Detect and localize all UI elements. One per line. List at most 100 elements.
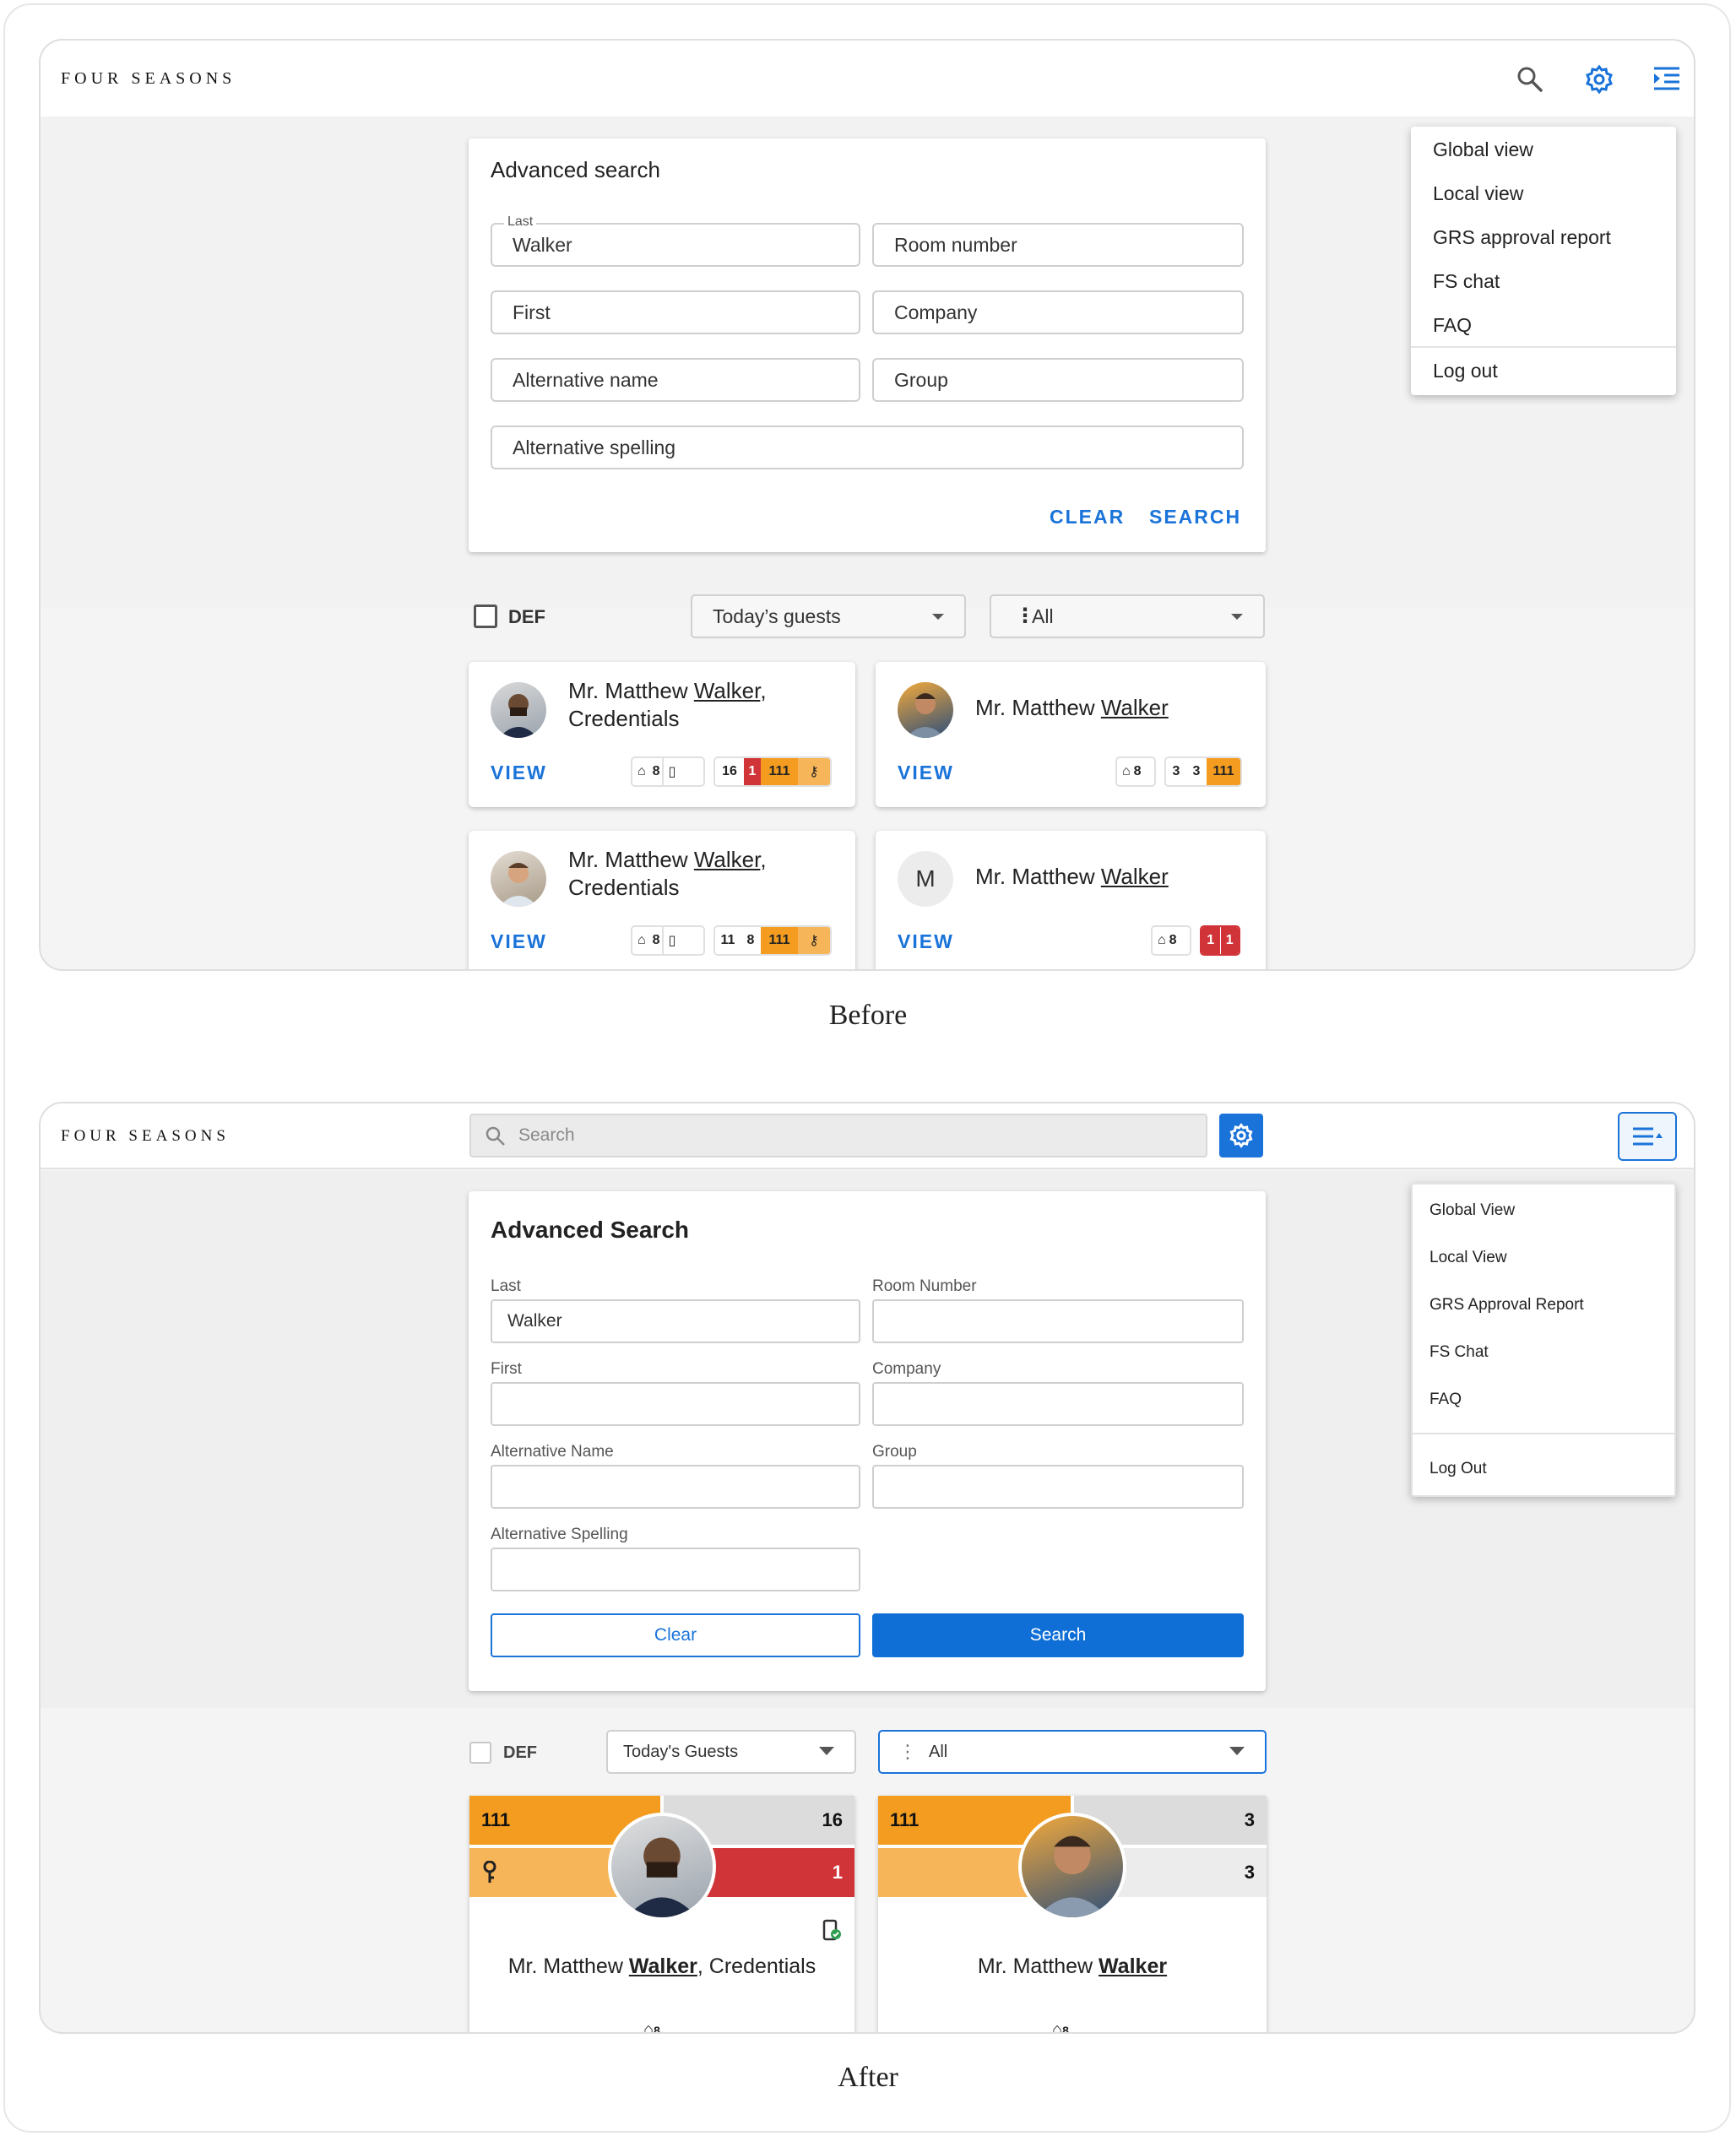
company-field[interactable]	[872, 1382, 1244, 1426]
guests-filter-select[interactable]: Today's Guests	[606, 1730, 856, 1774]
alternative-name-field[interactable]	[491, 1465, 860, 1509]
first-name-field[interactable]: First	[491, 290, 860, 334]
alternative-name-placeholder: Alternative name	[513, 369, 659, 391]
caption-after: After	[838, 2062, 898, 2093]
gear-icon[interactable]	[1219, 1114, 1263, 1157]
gear-icon[interactable]	[1579, 59, 1619, 100]
status-badge: 16 1 111 ⚷	[713, 756, 832, 787]
status-badge: 11	[1200, 925, 1240, 956]
all-filter-value: All	[929, 1743, 948, 1761]
menu-item-local-view[interactable]: Local View	[1429, 1249, 1507, 1267]
avatar[interactable]	[608, 1813, 716, 1921]
guest-name[interactable]: Mr. Matthew Walker	[878, 1953, 1267, 1981]
house-icon: ⌂	[1158, 933, 1166, 947]
view-button[interactable]: VIEW	[491, 762, 547, 784]
alternative-spelling-placeholder: Alternative spelling	[513, 436, 676, 458]
last-name-label: Last	[504, 214, 537, 230]
before-screen: FOUR SEASONS Advanced search Last Walker…	[39, 39, 1695, 971]
room-number-field[interactable]	[872, 1299, 1244, 1343]
menu-item-local-view[interactable]: Local view	[1433, 182, 1523, 205]
room-number-label: Room Number	[872, 1277, 977, 1295]
guest-name[interactable]: Mr. Matthew Walker, Credentials	[568, 846, 767, 902]
avatar[interactable]: M	[898, 851, 953, 907]
alternative-spelling-field[interactable]	[491, 1548, 860, 1591]
clear-button[interactable]: CLEAR	[1050, 506, 1125, 529]
view-button[interactable]: VIEW	[898, 930, 954, 953]
menu-item-grs-approval-report[interactable]: GRS approval report	[1433, 226, 1611, 249]
alternative-spelling-label: Alternative Spelling	[491, 1526, 628, 1543]
avatar[interactable]	[491, 682, 546, 738]
avatar[interactable]	[898, 682, 953, 738]
guest-name[interactable]: Mr. Matthew Walker, Credentials	[469, 1953, 854, 1981]
guest-name[interactable]: Mr. Matthew Walker	[975, 863, 1169, 891]
menu-item-faq[interactable]: FAQ	[1433, 314, 1472, 337]
avatar[interactable]	[1018, 1813, 1126, 1921]
menu-item-log-out[interactable]: Log Out	[1429, 1460, 1487, 1478]
menu-toggle-icon[interactable]	[1646, 59, 1687, 100]
guest-card: Mr. Matthew Walker VIEW ⌂ 8 3 3 111	[876, 662, 1266, 807]
alternative-spelling-field[interactable]: Alternative spelling	[491, 426, 1244, 469]
menu-toggle-icon[interactable]	[1618, 1112, 1677, 1161]
alternative-name-label: Alternative Name	[491, 1443, 614, 1461]
search-icon[interactable]	[1511, 61, 1549, 98]
group-field[interactable]: Group	[872, 358, 1244, 402]
menu-item-global-view[interactable]: Global View	[1429, 1201, 1515, 1220]
house-badge: ⌂ 8 ▯	[631, 925, 705, 956]
kebab-icon: ⋮	[1015, 604, 1035, 627]
dropdown-menu: Global view Local view GRS approval repo…	[1411, 127, 1676, 395]
group-placeholder: Group	[894, 369, 948, 391]
def-label: DEF	[508, 606, 545, 627]
first-name-label: First	[491, 1360, 522, 1378]
search-input[interactable]: Search	[469, 1114, 1207, 1157]
menu-divider	[1413, 1433, 1674, 1434]
last-name-field[interactable]: Walker	[491, 1299, 860, 1343]
room-number-field[interactable]: Room number	[872, 223, 1244, 267]
view-button[interactable]: VIEW	[898, 762, 954, 784]
chevron-down-icon	[819, 1747, 834, 1755]
def-checkbox[interactable]	[469, 1742, 491, 1764]
last-name-field[interactable]: Last Walker	[491, 214, 860, 267]
key-icon: ⚷	[798, 927, 830, 954]
search-button[interactable]: Search	[872, 1613, 1244, 1657]
phone-check-icon	[822, 1919, 841, 1941]
top-bar: FOUR SEASONS	[41, 41, 1694, 117]
last-name-value: Walker	[507, 1311, 562, 1331]
menu-item-log-out[interactable]: Log out	[1433, 360, 1498, 382]
all-filter-select[interactable]: ⋮ All	[990, 594, 1265, 638]
guest-name[interactable]: Mr. Matthew Walker, Credentials	[568, 677, 767, 733]
advanced-search-title: Advanced search	[491, 157, 660, 182]
menu-item-faq[interactable]: FAQ	[1429, 1391, 1462, 1409]
brand-logo: FOUR SEASONS	[61, 69, 236, 88]
company-field[interactable]: Company	[872, 290, 1244, 334]
group-field[interactable]	[872, 1465, 1244, 1509]
menu-item-fs-chat[interactable]: FS Chat	[1429, 1343, 1489, 1362]
clear-button[interactable]: Clear	[491, 1613, 860, 1657]
house-badge: ⌂ 8 ▯	[631, 756, 705, 787]
menu-item-grs-approval-report[interactable]: GRS Approval Report	[1429, 1296, 1584, 1315]
menu-item-fs-chat[interactable]: FS chat	[1433, 270, 1500, 293]
phone-icon: ▯	[661, 927, 681, 954]
all-filter-select[interactable]: ⋮ All	[878, 1730, 1267, 1774]
view-button[interactable]: VIEW	[491, 930, 547, 953]
guest-name[interactable]: Mr. Matthew Walker	[975, 694, 1169, 722]
chevron-down-icon	[932, 614, 944, 620]
after-screen: FOUR SEASONS Search Advanced Search Last…	[39, 1102, 1695, 2034]
search-placeholder: Search	[518, 1125, 575, 1145]
def-checkbox[interactable]	[474, 604, 497, 628]
house-icon: ⌂	[1122, 764, 1131, 778]
guest-card: 111 3 3 Mr. Matthew Walker ⌂8	[878, 1796, 1267, 2032]
chevron-down-icon	[1231, 614, 1243, 620]
first-name-field[interactable]	[491, 1382, 860, 1426]
company-label: Company	[872, 1360, 941, 1378]
search-button[interactable]: SEARCH	[1149, 506, 1241, 529]
avatar[interactable]	[491, 851, 546, 907]
phone-icon: ▯	[661, 758, 681, 785]
caption-before: Before	[828, 1000, 908, 1031]
guests-filter-select[interactable]: Today’s guests	[691, 594, 966, 638]
house-icon: ⌂	[637, 764, 646, 778]
house-icon: ⌂	[637, 933, 646, 947]
key-icon: ⚷	[798, 758, 830, 785]
menu-item-global-view[interactable]: Global view	[1433, 138, 1533, 161]
alternative-name-field[interactable]: Alternative name	[491, 358, 860, 402]
status-badge: 11 8 111 ⚷	[713, 925, 832, 956]
